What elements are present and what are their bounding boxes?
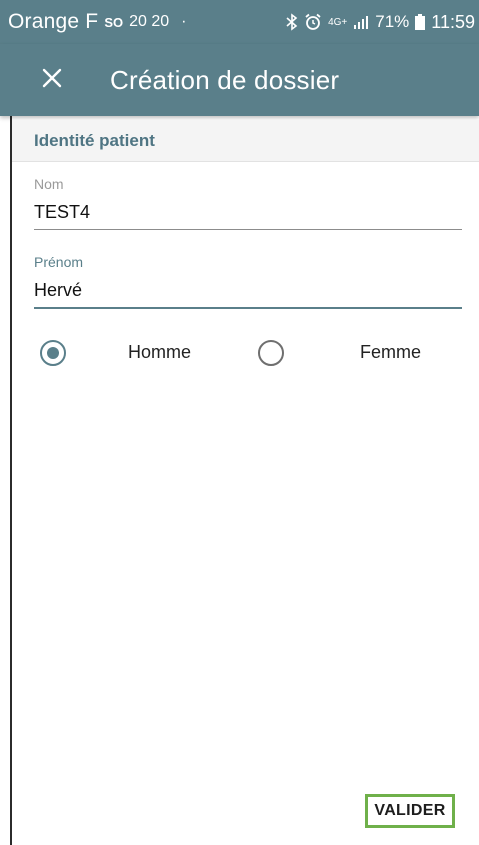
gender-radio-group: Homme Femme (34, 334, 464, 374)
page-title: Création de dossier (110, 64, 340, 95)
prenom-input[interactable] (34, 270, 462, 309)
section-header-identite: Identité patient (12, 120, 479, 162)
nom-field: Nom (34, 176, 462, 230)
app-bar: Création de dossier (0, 44, 479, 116)
close-icon (42, 68, 62, 93)
status-bar: Orange F SO 20 20 · 4G+ 71% 11:59 (0, 0, 479, 44)
radio-femme[interactable] (258, 340, 284, 366)
nom-label: Nom (34, 176, 64, 192)
signal-icon (353, 14, 369, 30)
battery-percent: 71% (375, 12, 410, 31)
network-type: 4G+ (328, 16, 348, 28)
valider-button[interactable]: VALIDER (365, 794, 455, 828)
carrier-name: Orange F (8, 10, 99, 33)
clock: 11:59 (431, 11, 475, 32)
radio-homme-label[interactable]: Homme (128, 342, 191, 363)
nom-input[interactable] (34, 192, 462, 230)
alarm-icon (304, 13, 322, 31)
radio-femme-label[interactable]: Femme (360, 342, 421, 363)
section-title: Identité patient (34, 130, 155, 150)
prenom-field: Prénom (34, 254, 462, 309)
notification-numbers: 20 20 (129, 13, 170, 30)
screen-edge (0, 0, 12, 845)
radio-homme[interactable] (40, 340, 66, 366)
battery-icon (415, 14, 426, 30)
screen: Orange F SO 20 20 · 4G+ 71% 11:59 Créati… (0, 0, 479, 845)
close-button[interactable] (22, 50, 82, 110)
status-dot: · (181, 13, 187, 30)
so-badge: SO (104, 14, 124, 30)
bluetooth-icon (286, 13, 298, 31)
prenom-label: Prénom (34, 254, 84, 270)
